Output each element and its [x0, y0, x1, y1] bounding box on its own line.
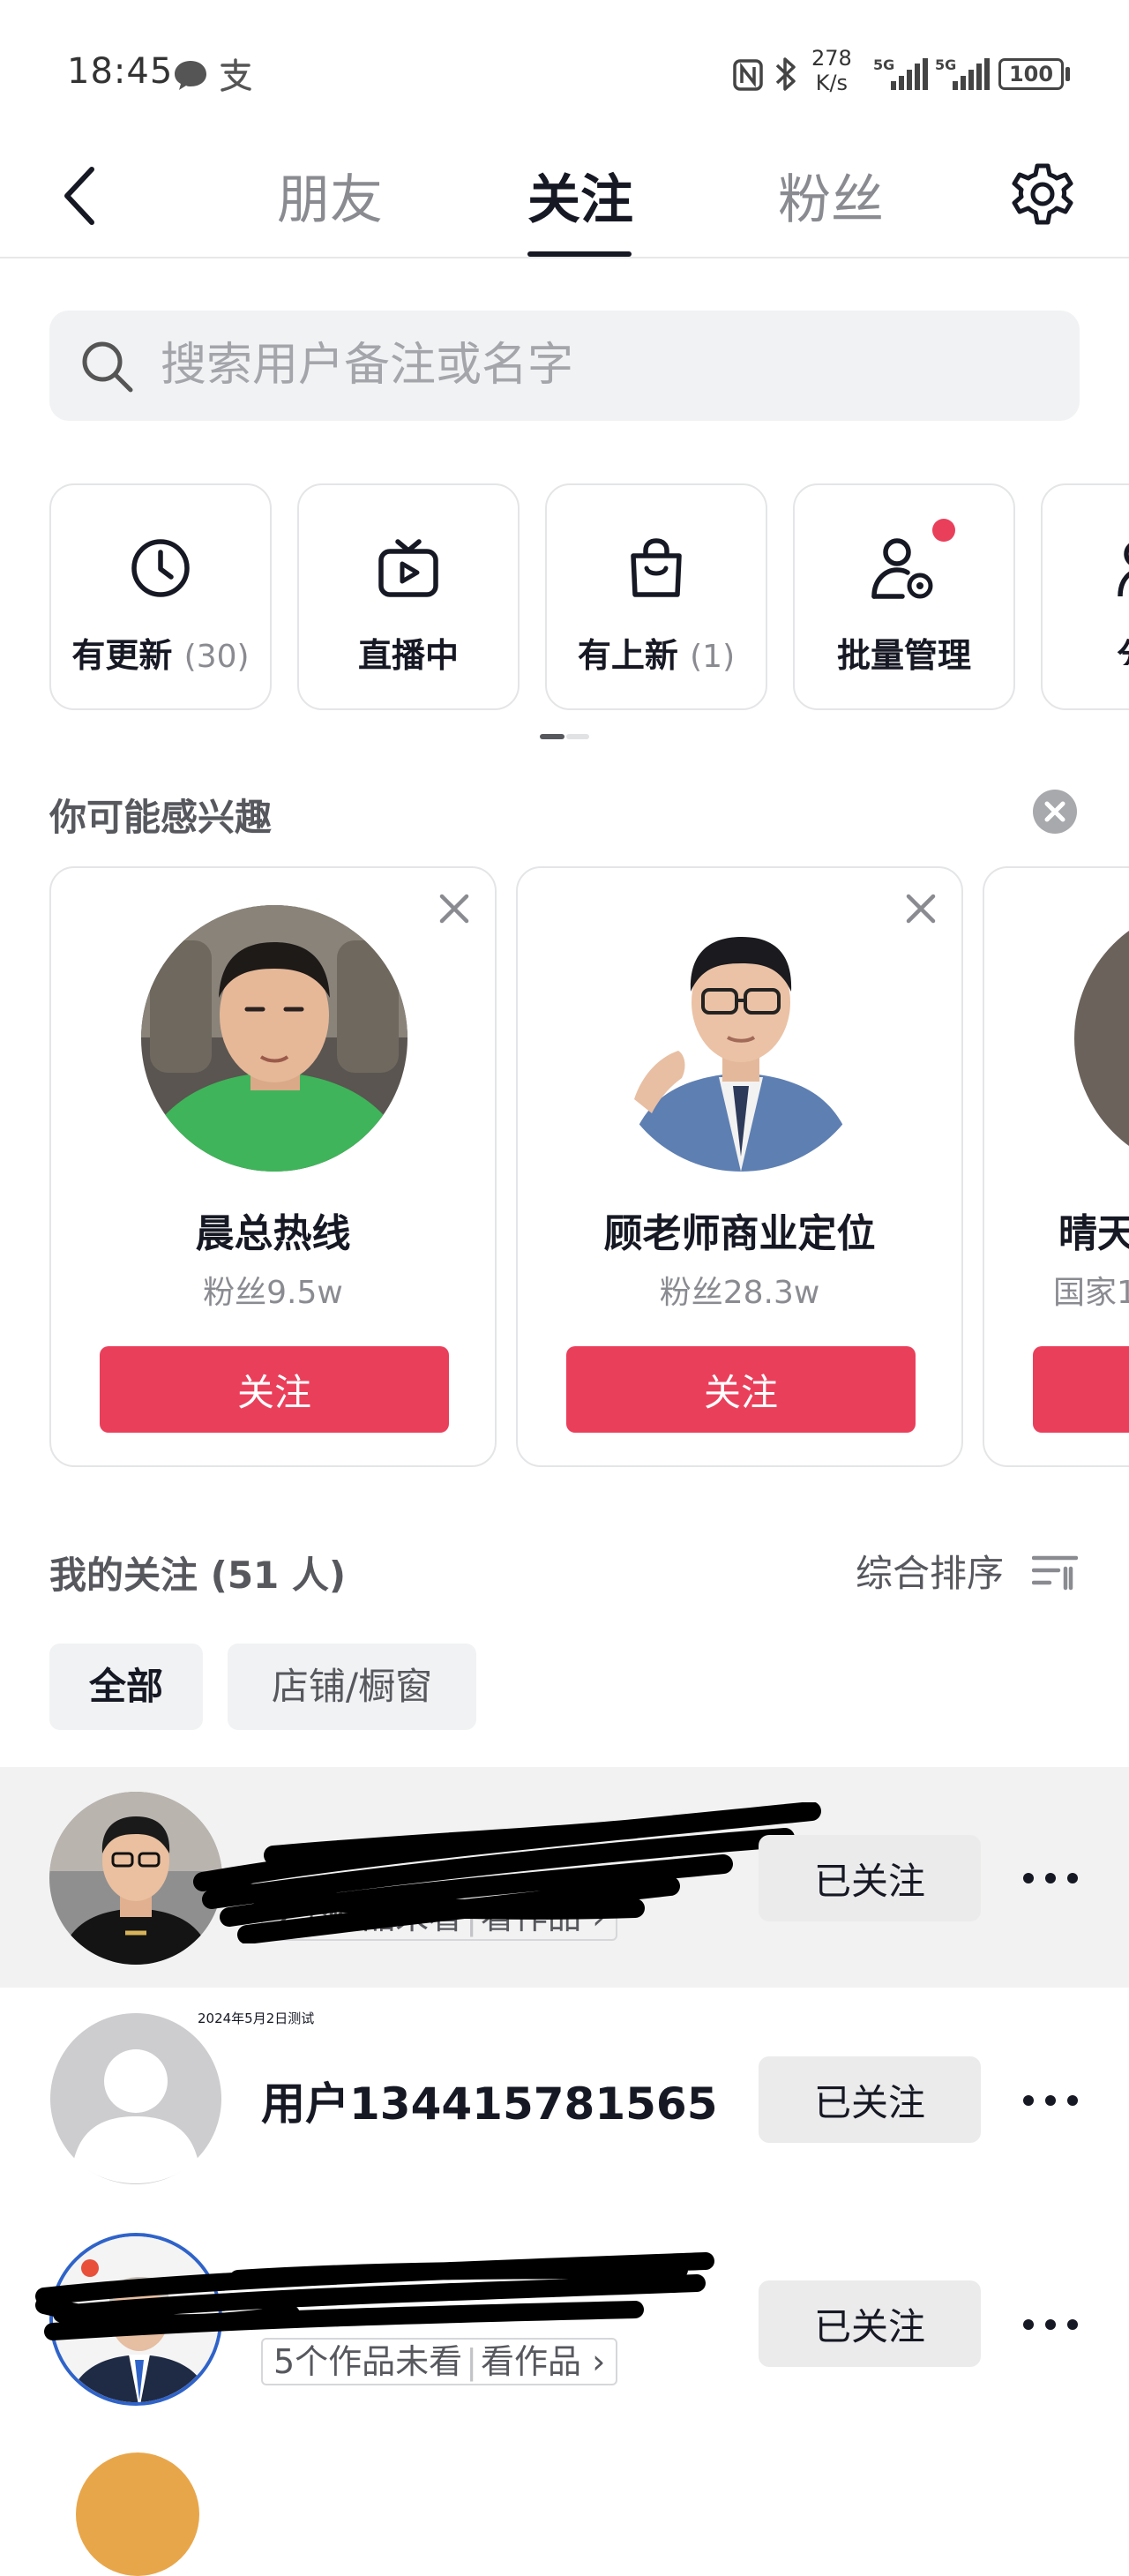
tab-fans[interactable]: 粉丝: [778, 157, 884, 234]
status-bar: 18:45 278 K/s 5G 5G 100: [0, 0, 1129, 132]
works-unseen-tag[interactable]: 2个作品未看 | 看作品 ›: [261, 1893, 618, 1941]
avatar[interactable]: [49, 2012, 222, 2185]
status-time: 18:45: [67, 51, 174, 92]
recommend-fans: 粉丝28.3w: [659, 1275, 820, 1311]
my-follows-title: 我的关注 (51 人): [49, 1554, 347, 1597]
gear-icon[interactable]: [1007, 159, 1078, 229]
recommend-fans: 粉丝9.5w: [203, 1275, 343, 1311]
quick-card-partial[interactable]: 分: [1041, 483, 1129, 710]
sort-icon: [1032, 1555, 1078, 1591]
search-input[interactable]: [161, 330, 1043, 401]
followed-button[interactable]: 已关注: [759, 2280, 981, 2367]
close-icon[interactable]: [900, 887, 942, 930]
clock-icon: [131, 539, 190, 597]
signal-bars-icon: [953, 58, 990, 90]
tab-friends[interactable]: 朋友: [277, 157, 383, 234]
close-circle-icon[interactable]: [1032, 789, 1078, 835]
back-arrow-icon[interactable]: [56, 164, 106, 228]
quick-card-batch-manage[interactable]: 批量管理: [793, 483, 1015, 710]
quick-card-label: 有更新 (30): [71, 636, 250, 675]
filter-chip-all[interactable]: 全部: [49, 1644, 203, 1730]
follow-button[interactable]: 关注: [100, 1346, 449, 1433]
chat-bubble-icon: [175, 61, 206, 90]
signal-bars-icon: [891, 58, 928, 90]
follow-row[interactable]: 2个作品未看 | 看作品 › 已关注: [0, 1767, 1129, 1988]
avatar[interactable]: [1074, 905, 1129, 1172]
pay-app-icon: [221, 58, 251, 92]
user-settings-icon: [871, 538, 933, 599]
battery-tip: [1065, 67, 1070, 81]
follow-row[interactable]: 5个作品未看 | 看作品 › 已关注: [0, 2208, 1129, 2429]
quick-card-live[interactable]: 直播中: [297, 483, 520, 710]
more-icon[interactable]: [1020, 1869, 1081, 1887]
follow-row[interactable]: 2024年5月2日测试 用户134415781565 已关注: [0, 1988, 1129, 2208]
recommend-card[interactable]: 晨总热线 粉丝9.5w 关注: [49, 866, 497, 1467]
close-icon[interactable]: [433, 887, 475, 930]
quick-card-updates[interactable]: 有更新 (30): [49, 483, 272, 710]
signal-1: 5G: [873, 56, 928, 92]
recommend-title: 你可能感兴趣: [49, 796, 273, 839]
network-rate: 278 K/s: [811, 46, 852, 95]
recommend-fans: 国家1: [1053, 1275, 1129, 1311]
avatar[interactable]: [49, 2233, 222, 2406]
quick-card-new-items[interactable]: 有上新 (1): [545, 483, 767, 710]
recommend-name: 顾老师商业定位: [603, 1211, 876, 1256]
avatar[interactable]: [49, 1792, 222, 1965]
tab-following[interactable]: 关注: [527, 157, 633, 234]
tab-indicator: [527, 251, 632, 257]
followed-button[interactable]: 已关注: [759, 2056, 981, 2143]
partial-label: 分: [1117, 628, 1129, 665]
filter-chip-shop[interactable]: 店铺/橱窗: [228, 1644, 476, 1730]
user-note: 2024年5月2日测试: [198, 2011, 315, 2026]
follow-button[interactable]: 关注: [566, 1346, 916, 1433]
followed-button[interactable]: 已关注: [759, 1835, 981, 1921]
sort-control[interactable]: 综合排序: [856, 1544, 1078, 1597]
recommend-card[interactable]: 晴天 国家1 关注: [983, 866, 1129, 1467]
search-bar[interactable]: [49, 311, 1080, 421]
recommend-card[interactable]: 顾老师商业定位 粉丝28.3w 关注: [516, 866, 963, 1467]
more-icon[interactable]: [1020, 2316, 1081, 2333]
tv-live-icon: [378, 539, 438, 597]
page-indicator: [540, 734, 589, 739]
search-icon: [82, 341, 133, 393]
follow-button[interactable]: 关注: [1033, 1346, 1129, 1433]
shopping-bag-icon: [631, 538, 682, 597]
recommend-name: 晨总热线: [195, 1211, 351, 1256]
user-name[interactable]: 用户134415781565: [261, 2069, 717, 2132]
avatar[interactable]: [141, 905, 407, 1172]
quick-card-label: 有上新 (1): [577, 636, 736, 675]
signal-2: 5G: [935, 56, 990, 92]
battery: 100: [998, 58, 1064, 90]
header: 朋友 关注 粉丝: [0, 132, 1129, 258]
avatar[interactable]: [76, 2452, 199, 2576]
nfc-icon: [733, 59, 763, 91]
notification-dot: [932, 519, 955, 542]
recommend-name: 晴天: [1058, 1211, 1129, 1256]
user-icon: [1118, 543, 1129, 597]
works-unseen-tag[interactable]: 5个作品未看 | 看作品 ›: [261, 2338, 618, 2385]
quick-card-label: 直播中: [357, 636, 459, 675]
more-icon[interactable]: [1020, 2092, 1081, 2109]
quick-card-label: 批量管理: [836, 636, 971, 675]
avatar[interactable]: [608, 905, 874, 1172]
bluetooth-icon: [775, 57, 796, 91]
sort-label: 综合排序: [856, 1552, 1005, 1595]
